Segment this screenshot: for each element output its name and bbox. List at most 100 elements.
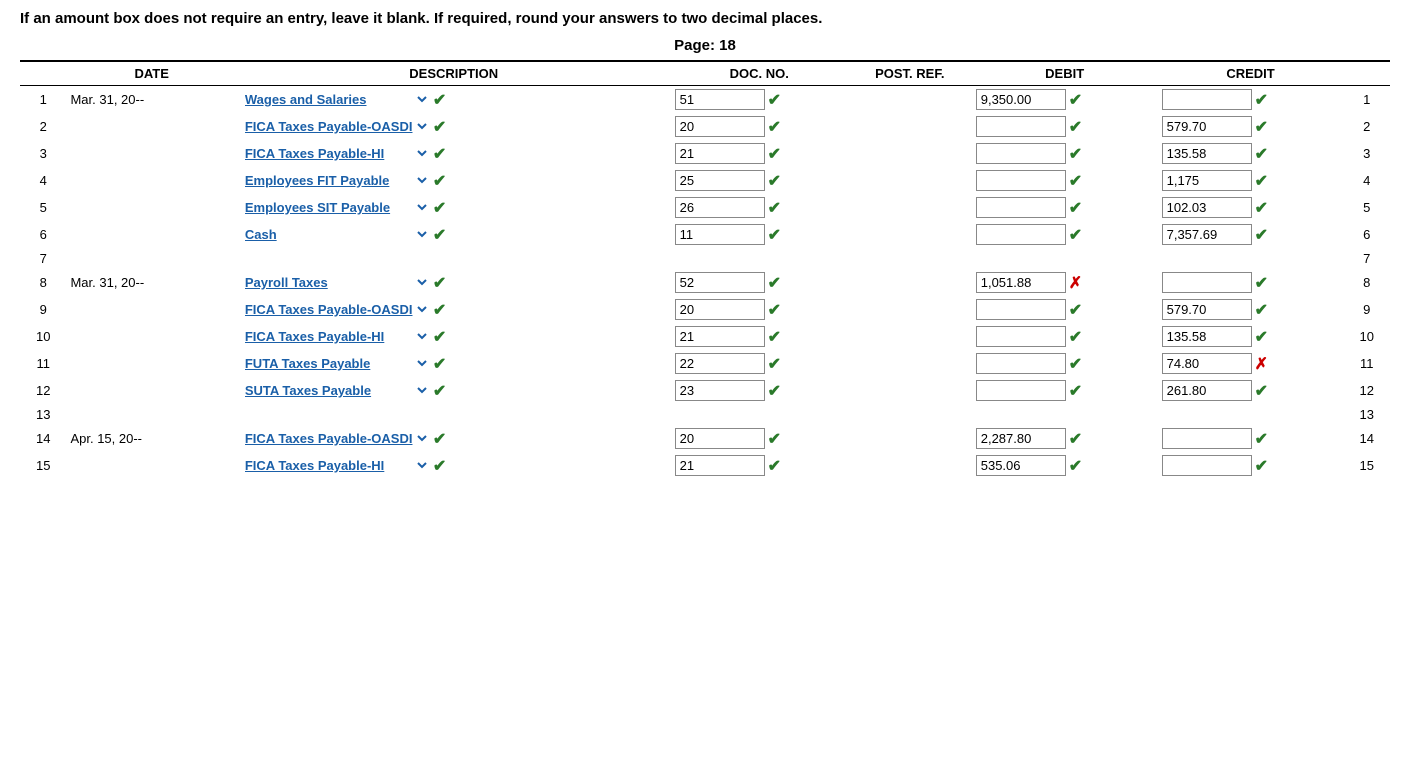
row-doc-cell: ✔ [671, 194, 848, 221]
row-doc-cell: ✔ [671, 350, 848, 377]
row-credit-cell: ✔ [1158, 86, 1344, 114]
post-check-icon: ✔ [768, 429, 781, 449]
desc-select[interactable]: Wages and SalariesFICA Taxes Payable-OAS… [241, 172, 430, 189]
post-input[interactable] [675, 224, 765, 245]
row-date [66, 221, 236, 248]
row-doc-cell: ✔ [671, 377, 848, 404]
row-debit-cell: ✔ [972, 86, 1158, 114]
credit-input[interactable] [1162, 197, 1252, 218]
post-check-icon: ✔ [768, 354, 781, 374]
table-row: 1 Mar. 31, 20-- Wages and SalariesFICA T… [20, 86, 1390, 114]
desc-select[interactable]: Wages and SalariesFICA Taxes Payable-OAS… [241, 457, 430, 474]
post-input[interactable] [675, 428, 765, 449]
table-row: 2 Wages and SalariesFICA Taxes Payable-O… [20, 113, 1390, 140]
row-post-cell [848, 323, 972, 350]
table-row: 14 Apr. 15, 20-- Wages and SalariesFICA … [20, 425, 1390, 452]
col-header-post: POST. REF. [848, 61, 972, 86]
post-check-icon: ✔ [768, 456, 781, 476]
row-post-cell [848, 296, 972, 323]
instruction-text: If an amount box does not require an ent… [20, 10, 1390, 27]
debit-input[interactable] [976, 89, 1066, 110]
row-doc-cell: ✔ [671, 140, 848, 167]
table-row: 10 Wages and SalariesFICA Taxes Payable-… [20, 323, 1390, 350]
row-credit-cell: ✔ [1158, 140, 1344, 167]
credit-input[interactable] [1162, 170, 1252, 191]
row-linenum: 2 [1343, 113, 1390, 140]
post-input[interactable] [675, 272, 765, 293]
credit-input[interactable] [1162, 353, 1252, 374]
col-header-credit: CREDIT [1158, 61, 1344, 86]
credit-check-icon: ✔ [1255, 429, 1268, 449]
debit-input[interactable] [976, 455, 1066, 476]
credit-input[interactable] [1162, 143, 1252, 164]
desc-select[interactable]: Wages and SalariesFICA Taxes Payable-OAS… [241, 145, 430, 162]
post-input[interactable] [675, 143, 765, 164]
row-linenum: 14 [1343, 425, 1390, 452]
post-input[interactable] [675, 197, 765, 218]
debit-input[interactable] [976, 224, 1066, 245]
post-input[interactable] [675, 299, 765, 320]
row-desc-cell: Wages and SalariesFICA Taxes Payable-OAS… [237, 167, 671, 194]
desc-select[interactable]: Wages and SalariesFICA Taxes Payable-OAS… [241, 91, 430, 108]
post-check-icon: ✔ [768, 327, 781, 347]
debit-input[interactable] [976, 299, 1066, 320]
row-line: 7 [20, 248, 66, 269]
desc-select[interactable]: Wages and SalariesFICA Taxes Payable-OAS… [241, 199, 430, 216]
desc-select[interactable]: Wages and SalariesFICA Taxes Payable-OAS… [241, 382, 430, 399]
row-date: Mar. 31, 20-- [66, 269, 236, 296]
credit-check-icon: ✔ [1255, 144, 1268, 164]
row-date [66, 248, 236, 269]
debit-input[interactable] [976, 116, 1066, 137]
credit-input[interactable] [1162, 272, 1252, 293]
debit-check-icon: ✔ [1069, 429, 1082, 449]
col-header-date: DATE [66, 61, 236, 86]
debit-input[interactable] [976, 170, 1066, 191]
debit-input[interactable] [976, 428, 1066, 449]
row-post-cell [848, 377, 972, 404]
debit-input[interactable] [976, 353, 1066, 374]
row-linenum: 7 [1343, 248, 1390, 269]
desc-select[interactable]: Wages and SalariesFICA Taxes Payable-OAS… [241, 226, 430, 243]
credit-input[interactable] [1162, 299, 1252, 320]
row-debit-cell: ✗ [972, 269, 1158, 296]
row-post-cell [848, 269, 972, 296]
debit-input[interactable] [976, 143, 1066, 164]
desc-select[interactable]: Wages and SalariesFICA Taxes Payable-OAS… [241, 328, 430, 345]
row-line: 8 [20, 269, 66, 296]
debit-check-icon: ✔ [1069, 354, 1082, 374]
desc-select[interactable]: Wages and SalariesFICA Taxes Payable-OAS… [241, 274, 430, 291]
credit-input[interactable] [1162, 116, 1252, 137]
row-doc [671, 248, 848, 269]
credit-check-icon: ✔ [1255, 225, 1268, 245]
table-row: 15 Wages and SalariesFICA Taxes Payable-… [20, 452, 1390, 479]
post-input[interactable] [675, 326, 765, 347]
credit-check-icon: ✗ [1255, 354, 1268, 374]
post-input[interactable] [675, 353, 765, 374]
post-input[interactable] [675, 116, 765, 137]
desc-select[interactable]: Wages and SalariesFICA Taxes Payable-OAS… [241, 430, 430, 447]
post-input[interactable] [675, 89, 765, 110]
row-desc-cell: Wages and SalariesFICA Taxes Payable-OAS… [237, 113, 671, 140]
debit-check-icon: ✔ [1069, 225, 1082, 245]
credit-input[interactable] [1162, 428, 1252, 449]
debit-input[interactable] [976, 326, 1066, 347]
credit-input[interactable] [1162, 326, 1252, 347]
post-check-icon: ✔ [768, 171, 781, 191]
debit-input[interactable] [976, 380, 1066, 401]
post-input[interactable] [675, 170, 765, 191]
debit-input[interactable] [976, 272, 1066, 293]
row-post-cell [848, 167, 972, 194]
credit-input[interactable] [1162, 455, 1252, 476]
desc-check-icon: ✔ [433, 198, 446, 218]
table-row: 5 Wages and SalariesFICA Taxes Payable-O… [20, 194, 1390, 221]
post-input[interactable] [675, 380, 765, 401]
debit-input[interactable] [976, 197, 1066, 218]
credit-input[interactable] [1162, 224, 1252, 245]
credit-input[interactable] [1162, 89, 1252, 110]
credit-input[interactable] [1162, 380, 1252, 401]
desc-select[interactable]: Wages and SalariesFICA Taxes Payable-OAS… [241, 355, 430, 372]
post-input[interactable] [675, 455, 765, 476]
row-date [66, 296, 236, 323]
desc-select[interactable]: Wages and SalariesFICA Taxes Payable-OAS… [241, 301, 430, 318]
desc-select[interactable]: Wages and SalariesFICA Taxes Payable-OAS… [241, 118, 430, 135]
